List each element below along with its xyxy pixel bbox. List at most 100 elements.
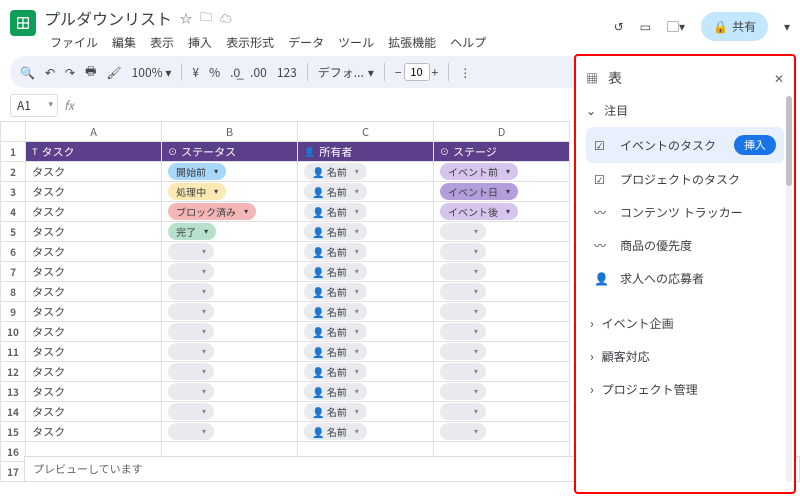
status-cell[interactable] [162, 342, 298, 362]
sheets-logo[interactable] [10, 10, 36, 36]
undo-icon[interactable]: ↶ [45, 64, 55, 81]
row-1[interactable]: 1 [1, 142, 26, 162]
panel-scrollbar[interactable] [786, 96, 792, 482]
task-cell[interactable]: タスク [26, 182, 162, 202]
share-button[interactable]: 🔒 共有 [701, 12, 768, 41]
more-toolbar[interactable]: ⋮ [459, 64, 471, 81]
stage-cell[interactable] [434, 382, 570, 402]
stage-cell[interactable]: イベント日 [434, 182, 570, 202]
status-cell[interactable] [162, 382, 298, 402]
account-menu[interactable]: ▾ [784, 18, 790, 35]
comment-icon[interactable]: ▭ [640, 18, 651, 35]
menu-挿入[interactable]: 挿入 [182, 32, 218, 53]
status-cell[interactable] [162, 282, 298, 302]
status-cell[interactable] [162, 242, 298, 262]
row-2[interactable]: 2 [1, 162, 26, 182]
task-cell[interactable]: タスク [26, 382, 162, 402]
header-ステージ[interactable]: ⊙ステージ▾ [434, 142, 570, 162]
name-box[interactable]: A1 [10, 94, 58, 117]
stage-cell[interactable] [434, 302, 570, 322]
task-cell[interactable]: タスク [26, 282, 162, 302]
task-cell[interactable]: タスク [26, 342, 162, 362]
template-求人への応募者[interactable]: 👤求人への応募者 [586, 262, 784, 295]
owner-cell[interactable]: 👤 名前 [298, 162, 434, 182]
row-11[interactable]: 11 [1, 342, 26, 362]
row-4[interactable]: 4 [1, 202, 26, 222]
menu-ヘルプ[interactable]: ヘルプ [444, 32, 492, 53]
stage-cell[interactable] [434, 402, 570, 422]
status-cell[interactable]: 完了 [162, 222, 298, 242]
row-14[interactable]: 14 [1, 402, 26, 422]
owner-cell[interactable]: 👤 名前 [298, 202, 434, 222]
stage-cell[interactable]: イベント後 [434, 202, 570, 222]
cloud-icon[interactable]: ☁ [220, 10, 232, 27]
featured-section[interactable]: ⌄ 注目 [586, 102, 784, 119]
menu-編集[interactable]: 編集 [106, 32, 142, 53]
stage-cell[interactable] [434, 222, 570, 242]
stage-cell[interactable] [434, 322, 570, 342]
row-6[interactable]: 6 [1, 242, 26, 262]
dec-increase[interactable]: .00 [250, 64, 267, 81]
owner-cell[interactable]: 👤 名前 [298, 262, 434, 282]
status-cell[interactable] [162, 422, 298, 442]
size-plus[interactable]: + [432, 64, 439, 81]
close-icon[interactable]: ✕ [774, 70, 784, 87]
status-cell[interactable] [162, 322, 298, 342]
status-cell[interactable] [162, 302, 298, 322]
paint-icon[interactable]: 🖌 [106, 64, 121, 81]
percent-button[interactable]: % [209, 64, 220, 81]
row-7[interactable]: 7 [1, 262, 26, 282]
owner-cell[interactable]: 👤 名前 [298, 242, 434, 262]
col-C[interactable]: C [298, 122, 434, 142]
task-cell[interactable]: タスク [26, 362, 162, 382]
row-10[interactable]: 10 [1, 322, 26, 342]
doc-title[interactable]: プルダウンリスト [44, 6, 172, 30]
row-9[interactable]: 9 [1, 302, 26, 322]
header-タスク[interactable]: Tタスク▾ [26, 142, 162, 162]
template-コンテンツ トラッカー[interactable]: 〰コンテンツ トラッカー [586, 196, 784, 229]
stage-cell[interactable]: イベント前 [434, 162, 570, 182]
owner-cell[interactable]: 👤 名前 [298, 302, 434, 322]
owner-cell[interactable]: 👤 名前 [298, 282, 434, 302]
owner-cell[interactable]: 👤 名前 [298, 342, 434, 362]
redo-icon[interactable]: ↷ [65, 64, 75, 81]
status-cell[interactable] [162, 362, 298, 382]
template-イベントのタスク[interactable]: ☑イベントのタスク挿入 [586, 127, 784, 163]
format-123[interactable]: 123 [277, 64, 297, 81]
task-cell[interactable]: タスク [26, 222, 162, 242]
task-cell[interactable]: タスク [26, 202, 162, 222]
owner-cell[interactable]: 👤 名前 [298, 182, 434, 202]
owner-cell[interactable]: 👤 名前 [298, 422, 434, 442]
section-顧客対応[interactable]: ›顧客対応 [586, 340, 784, 373]
menu-表示[interactable]: 表示 [144, 32, 180, 53]
task-cell[interactable]: タスク [26, 242, 162, 262]
owner-cell[interactable]: 👤 名前 [298, 222, 434, 242]
menu-データ[interactable]: データ [282, 32, 330, 53]
status-cell[interactable]: ブロック済み [162, 202, 298, 222]
section-イベント企画[interactable]: ›イベント企画 [586, 307, 784, 340]
row-17[interactable]: 17 [1, 462, 26, 482]
status-cell[interactable]: 開始前 [162, 162, 298, 182]
header-ステータス[interactable]: ⊙ステータス▾ [162, 142, 298, 162]
task-cell[interactable]: タスク [26, 402, 162, 422]
task-cell[interactable]: タスク [26, 302, 162, 322]
task-cell[interactable]: タスク [26, 422, 162, 442]
menu-ツール[interactable]: ツール [332, 32, 380, 53]
move-icon[interactable]: 🗀 [200, 8, 212, 29]
row-5[interactable]: 5 [1, 222, 26, 242]
stage-cell[interactable] [434, 342, 570, 362]
task-cell[interactable]: タスク [26, 322, 162, 342]
template-商品の優先度[interactable]: 〰商品の優先度 [586, 229, 784, 262]
search-icon[interactable]: 🔍 [20, 64, 35, 81]
dec-decrease[interactable]: .0̲ [230, 64, 240, 81]
menu-ファイル[interactable]: ファイル [44, 32, 104, 53]
size-minus[interactable]: − [395, 64, 402, 81]
status-cell[interactable] [162, 262, 298, 282]
row-12[interactable]: 12 [1, 362, 26, 382]
row-15[interactable]: 15 [1, 422, 26, 442]
stage-cell[interactable] [434, 422, 570, 442]
print-icon[interactable]: 🖶 [85, 62, 96, 83]
task-cell[interactable]: タスク [26, 162, 162, 182]
row-13[interactable]: 13 [1, 382, 26, 402]
insert-button[interactable]: 挿入 [734, 135, 776, 155]
